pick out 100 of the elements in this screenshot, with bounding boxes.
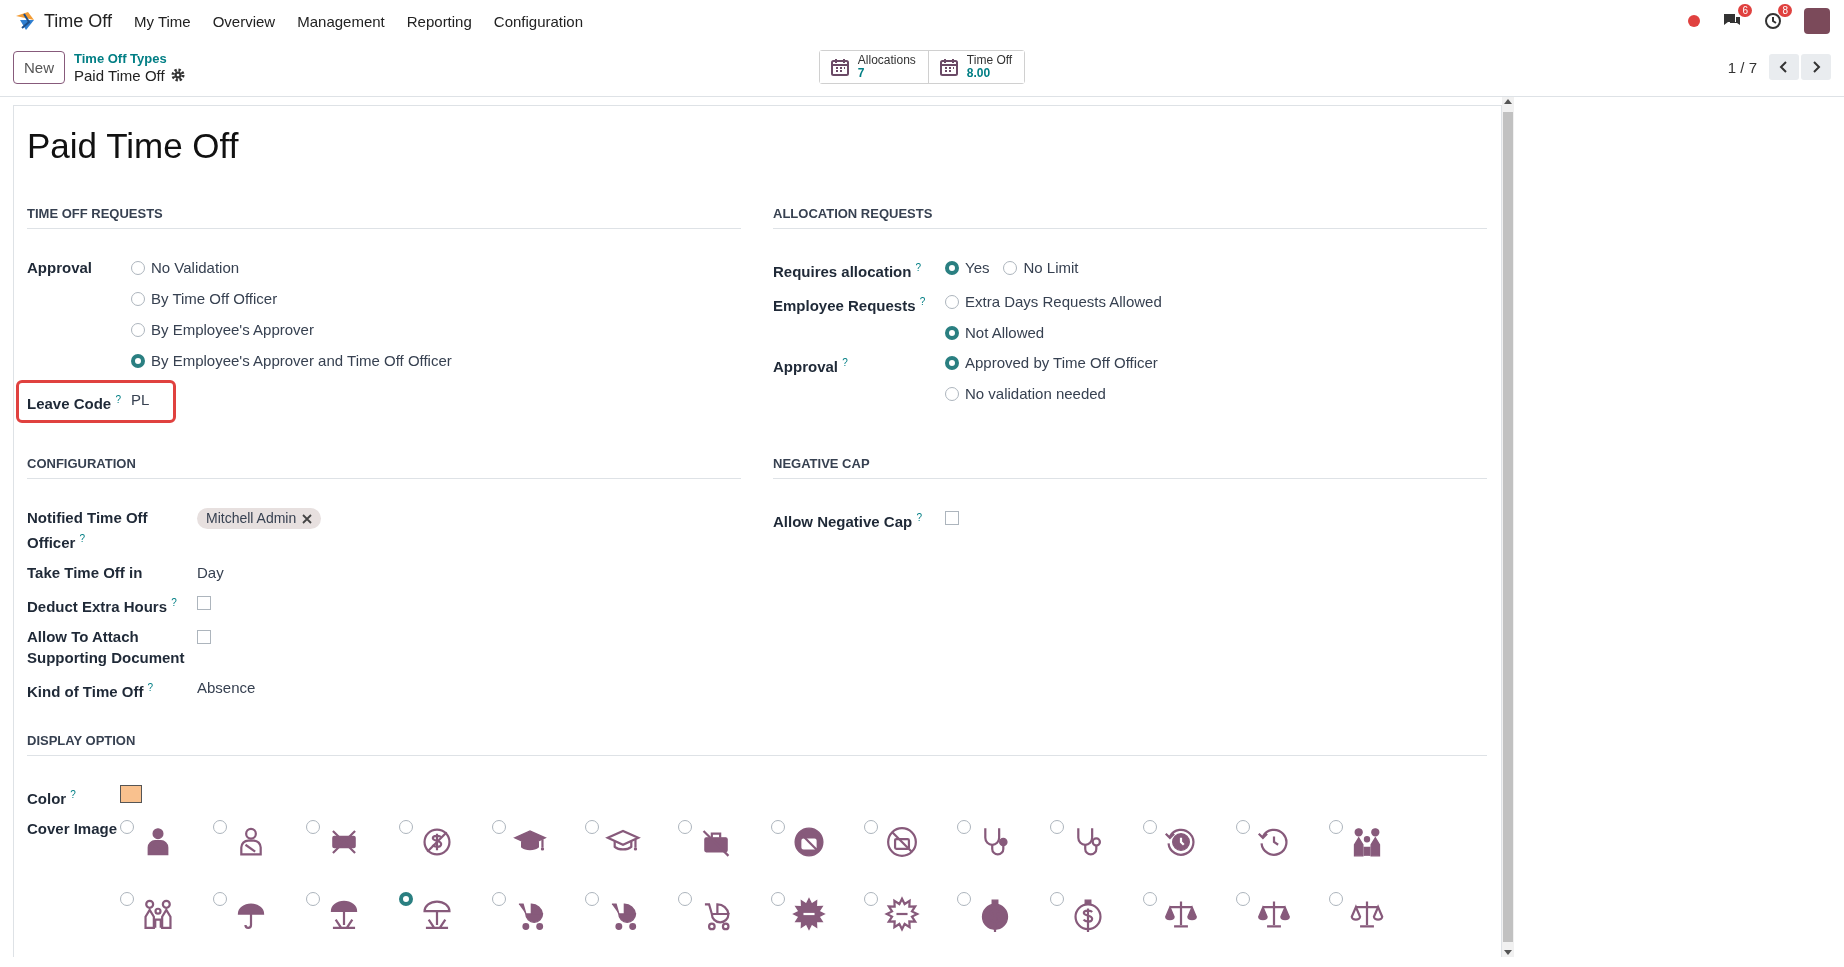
radio-button[interactable] <box>585 820 599 834</box>
radio-button[interactable] <box>678 820 692 834</box>
radio-button[interactable] <box>1236 820 1250 834</box>
field-label: Kind of Time Off $^{?}$ <box>27 681 155 702</box>
menu-item[interactable]: Management <box>297 12 385 30</box>
radio-button[interactable] <box>1003 260 1018 275</box>
radio-button[interactable] <box>945 260 959 275</box>
chevron-left-icon <box>1779 60 1789 74</box>
radio-button[interactable] <box>213 892 227 906</box>
radio-button[interactable] <box>399 892 413 906</box>
tag-chip[interactable]: Mitchell Admin <box>197 508 322 529</box>
section-heading: CONFIGURATION <box>27 456 741 479</box>
radio-button[interactable] <box>957 892 971 906</box>
breadcrumb-link[interactable]: Time Off Types <box>74 50 185 66</box>
radio-button[interactable] <box>771 820 785 834</box>
menu-item[interactable]: Overview <box>212 12 276 30</box>
stat-button[interactable]: Time Off 8.00 <box>927 51 1025 83</box>
radio-label[interactable]: No validation needed <box>965 383 1106 404</box>
radio-button[interactable] <box>399 820 413 834</box>
previous-button[interactable] <box>1769 54 1799 80</box>
calendar-icon <box>829 57 850 77</box>
checkbox[interactable] <box>197 630 211 644</box>
field-label: Allow To Attach Supporting Document <box>27 627 186 668</box>
radio-button[interactable] <box>678 892 692 906</box>
section-heading: DISPLAY OPTION <box>27 733 1487 756</box>
notification-badge: 6 <box>1738 4 1752 17</box>
section-heading: TIME OFF REQUESTS <box>27 206 741 229</box>
radio-button[interactable] <box>1329 820 1343 834</box>
radio-label[interactable]: Yes <box>965 257 990 278</box>
radio-button[interactable] <box>1050 892 1064 906</box>
settings-icon[interactable] <box>170 68 185 82</box>
close-icon[interactable] <box>302 513 313 524</box>
radio-button[interactable] <box>1329 892 1343 906</box>
pager-counter: 1 / 7 <box>1727 58 1757 76</box>
radio-button[interactable] <box>1143 892 1157 906</box>
field-label: Deduct Extra Hours $^{?}$ <box>27 596 178 617</box>
radio-label[interactable]: Not Allowed <box>965 322 1045 343</box>
checkbox[interactable] <box>197 596 211 610</box>
menu-item[interactable]: Configuration <box>493 12 584 30</box>
field-label: Color $^{?}$ <box>27 788 77 809</box>
radio-button[interactable] <box>945 386 959 401</box>
field-label: Notified Time Off Officer $^{?}$ <box>27 508 149 553</box>
starburst-badge-icon <box>884 896 920 932</box>
app-name[interactable]: Time Off <box>44 10 112 32</box>
color-swatch[interactable] <box>120 785 142 803</box>
breadcrumb-current: Paid Time Off <box>74 66 165 84</box>
field-label: Allow Negative Cap $^{?}$ <box>773 511 923 532</box>
radio-button[interactable] <box>1236 892 1250 906</box>
radio-button[interactable] <box>864 892 878 906</box>
radio-label[interactable]: By Time Off Officer <box>151 288 278 309</box>
radio-button[interactable] <box>771 892 785 906</box>
radio-label[interactable]: By Employee's Approver <box>151 319 314 340</box>
record-title: Paid Time Off <box>27 126 240 166</box>
radio-button[interactable] <box>131 322 145 337</box>
radio-button[interactable] <box>945 355 959 370</box>
radio-button[interactable] <box>1143 820 1157 834</box>
clock-icon[interactable] <box>1764 12 1782 30</box>
next-button[interactable] <box>1801 54 1831 80</box>
radio-button[interactable] <box>492 892 506 906</box>
field-label: Employee Requests $^{?}$ <box>773 295 927 316</box>
crossed-briefcase-circle-icon <box>884 824 920 860</box>
radio-button[interactable] <box>306 820 320 834</box>
calendar-icon <box>938 57 959 77</box>
checkbox[interactable] <box>945 511 959 525</box>
field-label: Approval <box>27 258 93 278</box>
field-label: Take Time Off in <box>27 563 144 583</box>
radio-button[interactable] <box>945 294 959 309</box>
field-label: Leave Code $^{?}$ <box>27 393 122 414</box>
scrollbar[interactable] <box>1502 97 1514 957</box>
menu-item[interactable]: My Time <box>134 12 191 30</box>
radio-button[interactable] <box>213 820 227 834</box>
radio-button[interactable] <box>131 260 145 275</box>
field-value: Absence <box>197 678 257 698</box>
field-label: Approval $^{?}$ <box>773 356 849 377</box>
section-heading: ALLOCATION REQUESTS <box>773 206 1487 229</box>
section-heading: NEGATIVE CAP <box>773 456 1487 479</box>
radio-button[interactable] <box>131 353 145 368</box>
radio-button[interactable] <box>492 820 506 834</box>
radio-label[interactable]: By Employee's Approver and Time Off Officer <box>151 350 452 371</box>
radio-label[interactable]: Extra Days Requests Allowed <box>965 291 1162 312</box>
radio-button[interactable] <box>131 291 145 306</box>
radio-label[interactable]: Approved by Time Off Officer <box>965 352 1158 373</box>
menu-item[interactable]: Reporting <box>406 12 472 30</box>
radio-label[interactable]: No Validation <box>151 257 240 278</box>
user-avatar[interactable] <box>1804 8 1830 34</box>
radio-button[interactable] <box>120 820 134 834</box>
radio-button[interactable] <box>1050 820 1064 834</box>
radio-button[interactable] <box>306 892 320 906</box>
field-label: Cover Image <box>27 819 119 839</box>
radio-button[interactable] <box>957 820 971 834</box>
radio-label[interactable]: No Limit <box>1023 257 1079 278</box>
radio-button[interactable] <box>585 892 599 906</box>
field-value: Day <box>197 563 225 583</box>
radio-button[interactable] <box>945 325 959 340</box>
field-value: PL <box>131 390 151 410</box>
new-button[interactable]: New <box>13 50 65 84</box>
radio-button[interactable] <box>120 892 134 906</box>
radio-button[interactable] <box>864 820 878 834</box>
status-indicator <box>1688 15 1700 27</box>
chevron-right-icon <box>1811 60 1821 74</box>
